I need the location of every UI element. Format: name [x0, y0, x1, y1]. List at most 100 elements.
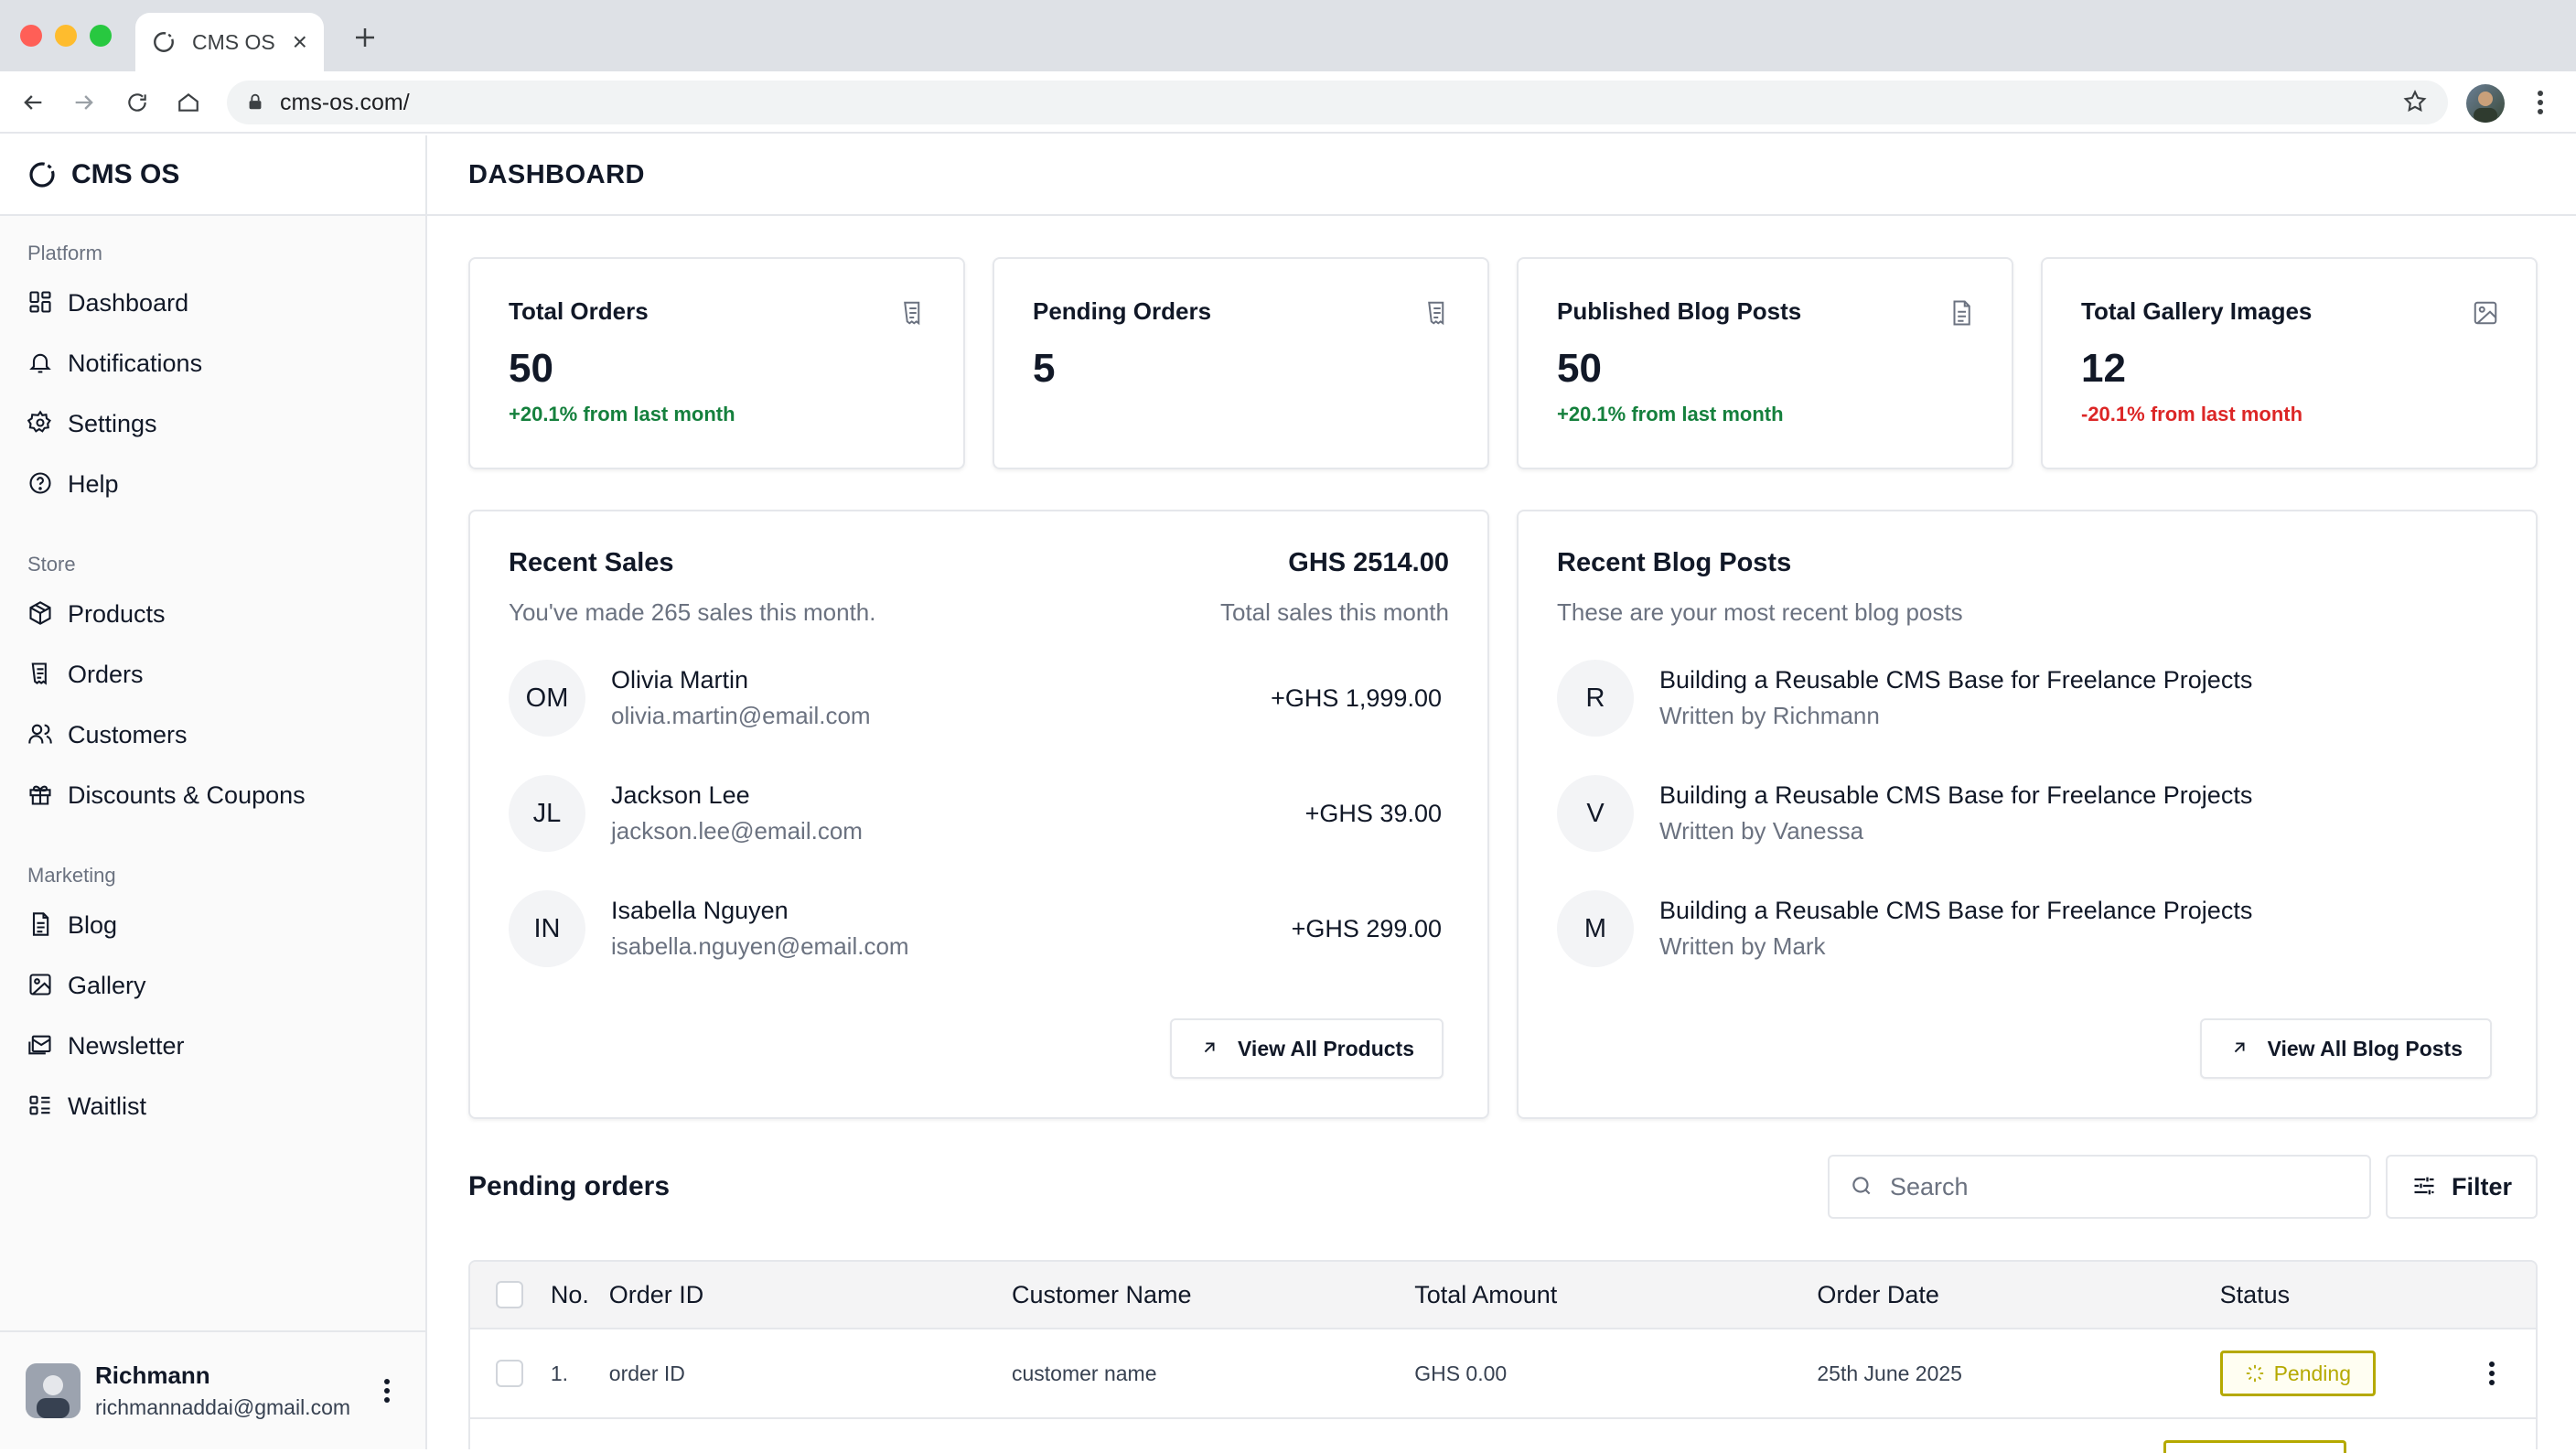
pending-orders-header: Pending orders Filter — [468, 1154, 2538, 1220]
view-all-blog-posts-button[interactable]: View All Blog Posts — [2199, 1018, 2492, 1079]
browser-menu-button[interactable] — [2527, 84, 2554, 121]
customer-name: Olivia Martin — [611, 666, 749, 694]
window-minimize-button[interactable] — [55, 25, 77, 47]
sidebar-item-orders[interactable]: Orders — [0, 644, 425, 705]
search-box[interactable] — [1828, 1155, 2371, 1219]
browser-tab[interactable]: CMS OS × — [135, 13, 324, 71]
customer-name: Isabella Nguyen — [611, 897, 789, 924]
sidebar-item-label: Settings — [68, 409, 157, 437]
reload-button[interactable] — [119, 84, 156, 121]
loader-icon — [2245, 1363, 2265, 1383]
sidebar-item-help[interactable]: Help — [0, 454, 425, 514]
list-item[interactable]: R Building a Reusable CMS Base for Freel… — [1557, 660, 2497, 737]
nav-section-store: Store Products Orders Customers Discount… — [0, 551, 425, 825]
column-header[interactable]: Order Date — [1817, 1281, 2219, 1309]
gear-icon — [27, 410, 55, 437]
column-header[interactable]: No. — [551, 1281, 609, 1309]
row-actions-button[interactable] — [2448, 1361, 2536, 1386]
avatar: IN — [509, 890, 585, 967]
list-item[interactable]: M Building a Reusable CMS Base for Freel… — [1557, 890, 2497, 967]
list-item: OM Olivia Martin olivia.martin@email.com… — [509, 660, 1449, 737]
sidebar-item-label: Customers — [68, 720, 188, 748]
more-vertical-icon — [2538, 91, 2543, 114]
user-menu-button[interactable] — [369, 1372, 405, 1409]
address-bar[interactable]: cms-os.com/ — [227, 81, 2448, 124]
column-header[interactable]: Status — [2220, 1281, 2449, 1309]
bookmark-star-icon[interactable] — [2402, 89, 2430, 116]
plus-icon — [356, 28, 374, 47]
nav-section-marketing: Marketing Blog Gallery Newsletter Waitli… — [0, 862, 425, 1136]
arrow-left-icon — [24, 95, 42, 110]
sidebar-item-discounts[interactable]: Discounts & Coupons — [0, 765, 425, 825]
forward-button[interactable] — [66, 84, 102, 121]
stat-delta: +20.1% from last month — [1557, 403, 1784, 425]
avatar: V — [1557, 775, 1634, 852]
stat-title: Pending Orders — [1033, 297, 1212, 325]
customer-email: isabella.nguyen@email.com — [611, 932, 909, 960]
home-icon — [178, 92, 199, 112]
window-maximize-button[interactable] — [90, 25, 112, 47]
sidebar-item-label: Orders — [68, 660, 144, 688]
status-label: Pending — [2273, 1361, 2352, 1385]
browser-profile-avatar[interactable] — [2466, 84, 2505, 123]
home-button[interactable] — [170, 84, 207, 121]
stat-value: 50 — [509, 346, 553, 391]
sidebar-item-label: Newsletter — [68, 1031, 185, 1060]
recent-sales-panel: Recent Sales GHS 2514.00 You've made 265… — [468, 510, 1489, 1119]
customer-email: olivia.martin@email.com — [611, 702, 871, 729]
column-header[interactable]: Total Amount — [1414, 1281, 1817, 1309]
sale-amount: +GHS 39.00 — [1304, 799, 1442, 827]
sidebar-item-waitlist[interactable]: Waitlist — [0, 1076, 425, 1136]
post-title: Building a Reusable CMS Base for Freelan… — [1659, 781, 2253, 809]
column-header[interactable]: Order ID — [609, 1281, 1012, 1309]
stat-value: 50 — [1557, 346, 1602, 391]
more-vertical-icon — [384, 1379, 390, 1403]
column-header[interactable]: Customer Name — [1012, 1281, 1414, 1309]
post-title: Building a Reusable CMS Base for Freelan… — [1659, 897, 2253, 924]
list-icon — [27, 1092, 55, 1120]
sales-total-label: Total sales this month — [1219, 598, 1449, 626]
sliders-icon — [2411, 1173, 2439, 1200]
sidebar-item-newsletter[interactable]: Newsletter — [0, 1016, 425, 1076]
order-id: order ID — [608, 1361, 685, 1385]
sidebar-item-gallery[interactable]: Gallery — [0, 955, 425, 1016]
avatar: M — [1557, 890, 1634, 967]
total-amount: GHS 0.00 — [1414, 1361, 1508, 1385]
sidebar-item-label: Blog — [68, 910, 118, 939]
sales-total: GHS 2514.00 — [1288, 548, 1449, 577]
view-all-products-button[interactable]: View All Products — [1170, 1018, 1444, 1079]
panel-subtitle: These are your most recent blog posts — [1557, 598, 1963, 626]
select-all-checkbox[interactable] — [496, 1281, 523, 1308]
sidebar-item-settings[interactable]: Settings — [0, 393, 425, 454]
panel-title: Recent Sales — [509, 548, 674, 577]
user-name: Richmann — [95, 1362, 210, 1389]
back-button[interactable] — [15, 84, 51, 121]
users-icon — [27, 721, 55, 748]
row-checkbox[interactable] — [496, 1360, 523, 1387]
sidebar-item-notifications[interactable]: Notifications — [0, 333, 425, 393]
sidebar-item-label: Gallery — [68, 971, 146, 999]
arrow-up-right-icon — [2229, 1038, 2251, 1060]
brand[interactable]: CMS OS — [0, 135, 425, 216]
user-email: richmannaddai@gmail.com — [95, 1395, 351, 1419]
table-row[interactable]: 1. order ID customer name GHS 0.00 25th … — [470, 1329, 2536, 1419]
tab-close-icon[interactable]: × — [293, 29, 307, 55]
nav-section-label: Store — [27, 553, 76, 576]
page-title: DASHBOARD — [468, 159, 645, 189]
user-profile[interactable]: Richmann richmannaddai@gmail.com — [0, 1330, 425, 1449]
sidebar-item-products[interactable]: Products — [0, 584, 425, 644]
filter-button[interactable]: Filter — [2386, 1155, 2538, 1219]
avatar — [26, 1363, 80, 1418]
search-input[interactable] — [1890, 1172, 2349, 1201]
recent-blog-posts-panel: Recent Blog Posts These are your most re… — [1517, 510, 2538, 1119]
status-badge: Pending — [2219, 1351, 2377, 1396]
new-tab-button[interactable] — [348, 20, 382, 55]
sidebar-item-blog[interactable]: Blog — [0, 895, 425, 955]
post-author: Written by Vanessa — [1659, 817, 1864, 845]
list-item[interactable]: V Building a Reusable CMS Base for Freel… — [1557, 775, 2497, 852]
sidebar-item-label: Dashboard — [68, 288, 189, 317]
window-close-button[interactable] — [20, 25, 42, 47]
row-number: 1. — [550, 1361, 569, 1385]
sidebar-item-customers[interactable]: Customers — [0, 705, 425, 765]
sidebar-item-dashboard[interactable]: Dashboard — [0, 273, 425, 333]
